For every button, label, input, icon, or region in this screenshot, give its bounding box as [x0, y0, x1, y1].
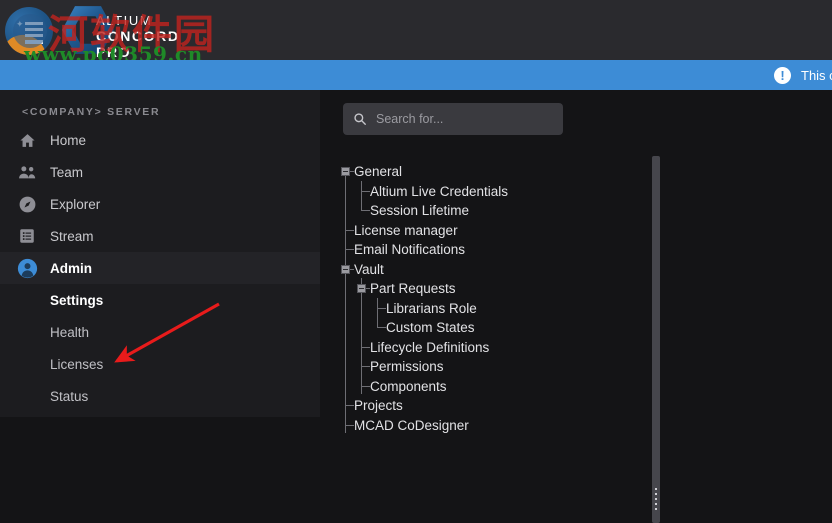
tree-node-vault[interactable]: Vault — [338, 260, 648, 280]
sidebar-item-explorer[interactable]: Explorer — [0, 188, 320, 220]
brand-logo: ✦ ALTIUM CONCORD PRO — [0, 0, 215, 60]
tree-expander-icon[interactable] — [357, 284, 366, 293]
sidebar-item-label: Explorer — [50, 196, 101, 212]
tree-node-session-lifetime[interactable]: Session Lifetime — [338, 201, 648, 221]
sidebar-subitem-settings[interactable]: Settings — [0, 284, 320, 316]
user-circle-icon — [14, 255, 40, 281]
notification-bar: ! This c — [0, 60, 832, 90]
search-box[interactable] — [343, 103, 563, 135]
altium-globe-icon: ✦ — [5, 7, 53, 55]
sidebar-item-stream[interactable]: Stream — [0, 220, 320, 252]
panel-splitter[interactable] — [652, 156, 660, 523]
list-document-icon — [14, 223, 40, 249]
tree-node-label: Part Requests — [370, 281, 456, 296]
people-icon — [14, 159, 40, 185]
tree-node-label: License manager — [354, 222, 458, 238]
logo-star-icon: ✦ — [16, 19, 24, 29]
tree-node-lifecycle-definitions[interactable]: Lifecycle Definitions — [338, 338, 648, 358]
tree-node-label: Components — [370, 378, 447, 394]
tree-node-mcad-codesigner[interactable]: MCAD CoDesigner — [338, 416, 648, 436]
tree-connector — [361, 190, 370, 192]
home-icon — [14, 127, 40, 153]
tree-node-librarians-role[interactable]: Librarians Role — [338, 299, 648, 319]
sidebar-subnav: Settings Health Licenses Status — [0, 284, 320, 412]
tree-node-label: Session Lifetime — [370, 203, 470, 218]
tree-expander-icon[interactable] — [341, 167, 350, 176]
logo-bars-shape — [25, 22, 43, 44]
tree-expander-icon[interactable] — [341, 264, 350, 274]
tree-node-permissions[interactable]: Permissions — [338, 357, 648, 377]
tree-node-custom-states[interactable]: Custom States — [338, 318, 648, 338]
tree-connector — [345, 405, 354, 406]
tree-node-label: Lifecycle Definitions — [370, 339, 490, 355]
tree-node-label: Email Notifications — [354, 242, 466, 257]
brand-wordmark: ALTIUM CONCORD PRO — [96, 13, 215, 61]
search-icon — [353, 112, 367, 126]
tree-connector — [361, 210, 370, 211]
tree-connector — [361, 366, 370, 367]
sidebar-item-admin[interactable]: Admin — [0, 252, 320, 284]
sidebar-item-label: Admin — [50, 260, 92, 276]
main-content: General Altium Live Credentials Session … — [320, 90, 832, 523]
sidebar-item-label: Stream — [50, 228, 94, 244]
sidebar-item-home[interactable]: Home — [0, 124, 320, 156]
tree-node-email-notifications[interactable]: Email Notifications — [338, 240, 648, 260]
sidebar-subitem-status[interactable]: Status — [0, 380, 320, 412]
tree-node-label: General — [354, 164, 403, 179]
tree-connector — [345, 249, 354, 250]
tree-node-label: Projects — [354, 398, 403, 413]
sidebar-item-team[interactable]: Team — [0, 156, 320, 188]
sidebar-item-label: Team — [50, 164, 84, 180]
tree-connector — [377, 327, 386, 328]
tree-node-label: Librarians Role — [386, 300, 477, 316]
settings-tree: General Altium Live Credentials Session … — [338, 162, 648, 435]
splitter-grip-icon — [655, 488, 657, 510]
sidebar-header-label: <COMPANY> SERVER — [22, 106, 161, 118]
tree-node-label: Custom States — [386, 320, 475, 335]
brand-line-1: ALTIUM — [96, 13, 153, 28]
sidebar-subitem-health[interactable]: Health — [0, 316, 320, 348]
tree-node-label: MCAD CoDesigner — [354, 417, 469, 433]
tree-node-components[interactable]: Components — [338, 377, 648, 397]
tree-connector — [361, 346, 370, 348]
exclamation-circle-icon: ! — [774, 66, 791, 84]
sidebar-subitem-licenses[interactable]: Licenses — [0, 348, 320, 380]
sidebar: <COMPANY> SERVER Home Team Explorer Stre… — [0, 90, 320, 417]
sidebar-item-label: Home — [50, 132, 87, 148]
tree-node-label: Permissions — [370, 359, 444, 374]
tree-node-general[interactable]: General — [338, 162, 648, 182]
tree-node-label: Vault — [354, 261, 384, 277]
tree-node-license-manager[interactable]: License manager — [338, 221, 648, 241]
notification-content: ! This c — [774, 60, 832, 90]
tree-node-altium-live-credentials[interactable]: Altium Live Credentials — [338, 182, 648, 202]
tree-node-label: Altium Live Credentials — [370, 183, 509, 199]
app-header: ✦ ALTIUM CONCORD PRO 河软件园 www.pc0359.cn — [0, 0, 832, 60]
tree-node-part-requests[interactable]: Part Requests — [338, 279, 648, 299]
search-input[interactable] — [376, 112, 553, 126]
compass-icon — [14, 191, 40, 217]
tree-connector — [377, 307, 386, 309]
notification-text: This c — [801, 67, 832, 83]
sidebar-nav: Home Team Explorer Stream Admin — [0, 124, 320, 284]
brand-line-2: CONCORD PRO — [96, 28, 180, 60]
tree-node-projects[interactable]: Projects — [338, 396, 648, 416]
tree-connector — [345, 424, 354, 426]
tree-connector — [345, 229, 354, 231]
tree-connector — [361, 385, 370, 387]
